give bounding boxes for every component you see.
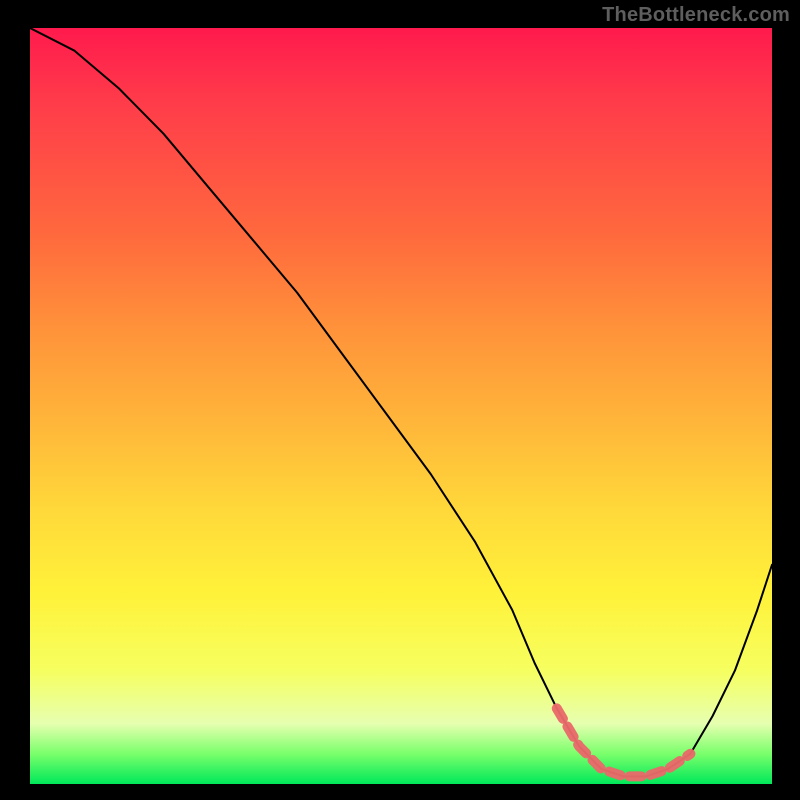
plot-area [30,28,772,784]
chart-svg [30,28,772,784]
valley-marker-dashed [557,708,691,776]
watermark-text: TheBottleneck.com [602,4,790,27]
chart-stage: TheBottleneck.com [0,0,800,800]
bottleneck-curve-line [30,28,772,776]
